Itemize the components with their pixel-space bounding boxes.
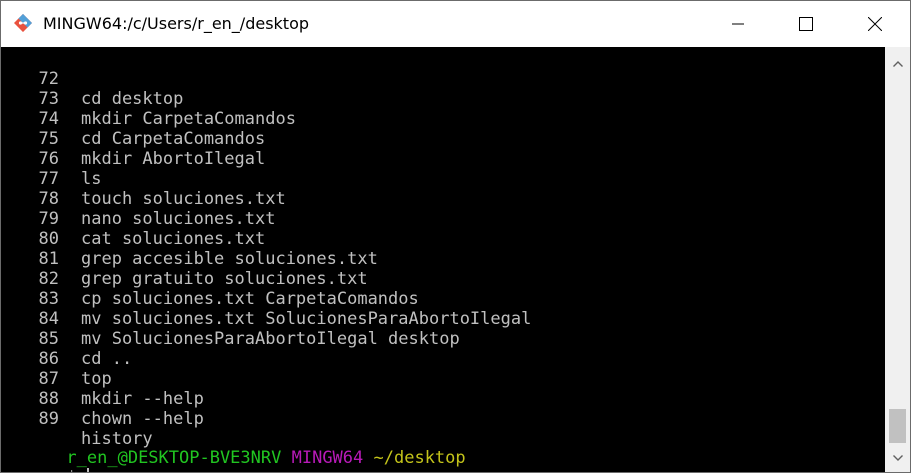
maximize-button[interactable] — [783, 1, 829, 47]
prompt-system: MINGW64 — [291, 448, 364, 468]
chevron-down-icon — [892, 454, 903, 461]
history-command: cp soluciones.txt CarpetaComandos — [81, 289, 419, 309]
chevron-up-icon — [892, 60, 903, 67]
prompt-path: ~/desktop — [373, 448, 466, 468]
history-command: mkdir --help — [81, 389, 204, 409]
history-line: 86 top — [1, 329, 112, 389]
history-line: 72 cd desktop — [1, 49, 184, 109]
history-command: top — [81, 369, 112, 389]
history-line: 80 grep accesible soluciones.txt — [1, 209, 378, 269]
terminal-window: MINGW64:/c/Users/r_en_/desktop 72 cd des… — [0, 0, 911, 473]
minimize-button[interactable] — [715, 1, 761, 47]
history-line: 73 mkdir CarpetaComandos — [1, 69, 296, 129]
prompt-user-host: r_en_@DESKTOP-BVE3NRV — [66, 448, 282, 468]
history-command: grep gratuito soluciones.txt — [81, 269, 368, 289]
git-bash-icon — [14, 14, 32, 32]
title-bar[interactable]: MINGW64:/c/Users/r_en_/desktop — [1, 1, 910, 47]
prompt-header: r_en_@DESKTOP-BVE3NRV MINGW64 ~/desktop — [5, 428, 465, 468]
history-line: 77 touch soluciones.txt — [1, 149, 286, 209]
minimize-icon — [732, 23, 744, 25]
history-line: 78 nano soluciones.txt — [1, 169, 276, 229]
history-line: 79 cat soluciones.txt — [1, 189, 266, 249]
scroll-down-button[interactable] — [885, 445, 910, 470]
history-command: touch soluciones.txt — [81, 189, 286, 209]
history-command: mv soluciones.txt SolucionesParaAbortoIl… — [81, 309, 532, 329]
history-command: mv SolucionesParaAbortoIlegal desktop — [81, 329, 460, 349]
history-command: cd .. — [81, 349, 133, 369]
history-line: 83 mv soluciones.txt SolucionesParaAbort… — [1, 269, 532, 329]
maximize-icon — [799, 17, 813, 31]
vertical-scrollbar[interactable] — [885, 47, 910, 472]
close-button[interactable] — [852, 1, 898, 47]
scroll-up-button[interactable] — [885, 51, 910, 76]
history-line: 84 mv SolucionesParaAbortoIlegal desktop — [1, 289, 460, 349]
history-command: cd CarpetaComandos — [81, 129, 266, 149]
history-command: ls — [81, 169, 102, 189]
history-line: 88 chown --help — [1, 369, 204, 429]
close-icon — [868, 17, 882, 31]
terminal-output[interactable]: 72 cd desktop 73 mkdir CarpetaComandos 7… — [1, 47, 885, 472]
text-cursor — [86, 468, 89, 472]
history-command: chown --help — [81, 409, 204, 429]
history-line: 87 mkdir --help — [1, 349, 204, 409]
history-line: 89 history — [1, 389, 153, 449]
history-command: mkdir CarpetaComandos — [81, 109, 296, 129]
history-command: mkdir AbortoIlegal — [81, 149, 266, 169]
history-command: cd desktop — [81, 89, 184, 109]
history-command: grep accesible soluciones.txt — [81, 249, 378, 269]
history-line: 82 cp soluciones.txt CarpetaComandos — [1, 249, 419, 309]
history-line: 85 cd .. — [1, 309, 133, 369]
history-number: 89 — [38, 409, 59, 429]
history-line: 76 ls — [1, 129, 102, 189]
scrollbar-thumb[interactable] — [889, 409, 906, 443]
history-line: 75 mkdir AbortoIlegal — [1, 109, 266, 169]
history-command: cat soluciones.txt — [81, 229, 266, 249]
window-title: MINGW64:/c/Users/r_en_/desktop — [43, 14, 310, 33]
history-command: nano soluciones.txt — [81, 209, 276, 229]
history-line: 81 grep gratuito soluciones.txt — [1, 229, 368, 289]
prompt-symbol: $ — [66, 468, 76, 472]
history-line: 74 cd CarpetaComandos — [1, 89, 266, 149]
command-input-line[interactable]: $ — [5, 448, 89, 472]
